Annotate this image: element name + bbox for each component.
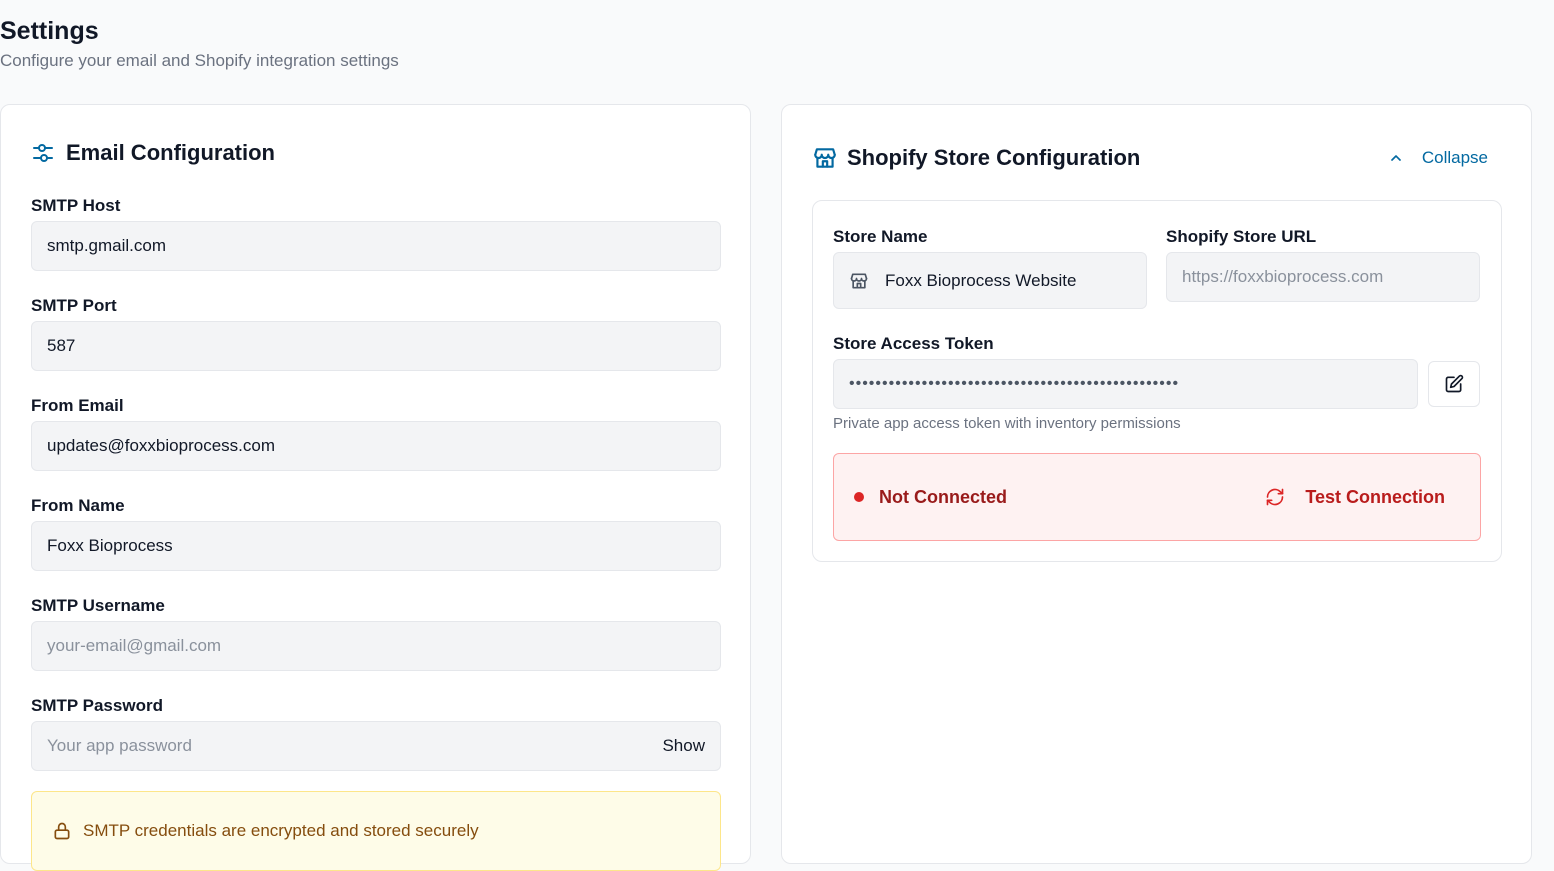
access-token-field: Store Access Token •••••••••••••••••••••… xyxy=(833,333,1481,432)
smtp-password-label: SMTP Password xyxy=(31,696,163,715)
smtp-username-field: SMTP Username your-email@gmail.com xyxy=(31,595,721,671)
store-name-field: Store Name Foxx Bioprocess Website xyxy=(833,226,1147,309)
access-token-hint: Private app access token with inventory … xyxy=(833,415,1181,432)
page-header: Settings Configure your email and Shopif… xyxy=(0,14,399,73)
from-name-label: From Name xyxy=(31,496,125,515)
smtp-port-field: SMTP Port 587 xyxy=(31,295,721,371)
lock-icon xyxy=(52,821,72,841)
edit-icon xyxy=(1445,374,1464,393)
smtp-host-label: SMTP Host xyxy=(31,196,121,215)
security-notice: SMTP credentials are encrypted and store… xyxy=(31,791,721,871)
show-password-button[interactable]: Show xyxy=(662,736,705,756)
test-connection-label: Test Connection xyxy=(1305,486,1445,507)
shopify-card-header: Shopify Store Configuration Collapse xyxy=(812,145,1488,171)
smtp-host-input[interactable]: smtp.gmail.com xyxy=(31,221,721,271)
access-token-input[interactable]: ••••••••••••••••••••••••••••••••••••••••… xyxy=(833,359,1418,409)
store-name-value: Foxx Bioprocess Website xyxy=(885,270,1077,290)
smtp-port-label: SMTP Port xyxy=(31,296,117,315)
from-name-field: From Name Foxx Bioprocess xyxy=(31,495,721,571)
from-name-input[interactable]: Foxx Bioprocess xyxy=(31,521,721,571)
smtp-host-field: SMTP Host smtp.gmail.com xyxy=(31,195,721,271)
from-email-label: From Email xyxy=(31,396,124,415)
store-url-field: Shopify Store URL https://foxxbioprocess… xyxy=(1166,226,1480,302)
store-url-label: Shopify Store URL xyxy=(1166,227,1317,246)
page-subtitle: Configure your email and Shopify integra… xyxy=(0,51,399,70)
smtp-password-field: SMTP Password Your app password Show xyxy=(31,695,721,771)
smtp-username-input[interactable]: your-email@gmail.com xyxy=(31,621,721,671)
store-icon xyxy=(849,271,869,291)
smtp-password-placeholder: Your app password xyxy=(47,736,192,755)
chevron-up-icon xyxy=(1391,155,1401,161)
store-name-label: Store Name xyxy=(833,227,928,246)
shopify-card-title: Shopify Store Configuration xyxy=(847,145,1141,170)
smtp-username-label: SMTP Username xyxy=(31,596,165,615)
email-card-title: Email Configuration xyxy=(66,140,275,165)
page-title: Settings xyxy=(0,17,99,45)
refresh-icon xyxy=(1265,487,1285,507)
security-notice-text: SMTP credentials are encrypted and store… xyxy=(83,821,479,840)
connection-status-banner: Not Connected Test Connection xyxy=(833,453,1481,541)
smtp-password-input[interactable]: Your app password Show xyxy=(31,721,721,771)
store-panel: Store Name Foxx Bioprocess Website Shopi… xyxy=(812,200,1502,562)
test-connection-button[interactable]: Test Connection xyxy=(1265,487,1445,508)
email-configuration-card: Email Configuration SMTP Host smtp.gmail… xyxy=(0,104,751,871)
store-name-input[interactable]: Foxx Bioprocess Website xyxy=(833,252,1147,309)
store-icon xyxy=(812,145,838,171)
sliders-icon xyxy=(31,141,55,165)
access-token-label: Store Access Token xyxy=(833,334,994,353)
edit-token-button[interactable] xyxy=(1428,361,1480,407)
collapse-button[interactable]: Collapse xyxy=(1388,148,1488,168)
email-card-header: Email Configuration xyxy=(31,140,275,166)
connection-status-text: Not Connected xyxy=(879,486,1007,507)
collapse-label: Collapse xyxy=(1421,148,1488,167)
from-email-input[interactable]: updates@foxxbioprocess.com xyxy=(31,421,721,471)
store-url-input[interactable]: https://foxxbioprocess.com xyxy=(1166,252,1480,302)
status-dot xyxy=(854,492,864,502)
from-email-field: From Email updates@foxxbioprocess.com xyxy=(31,395,721,471)
shopify-configuration-card: Shopify Store Configuration Collapse Sto… xyxy=(781,104,1532,864)
smtp-port-input[interactable]: 587 xyxy=(31,321,721,371)
